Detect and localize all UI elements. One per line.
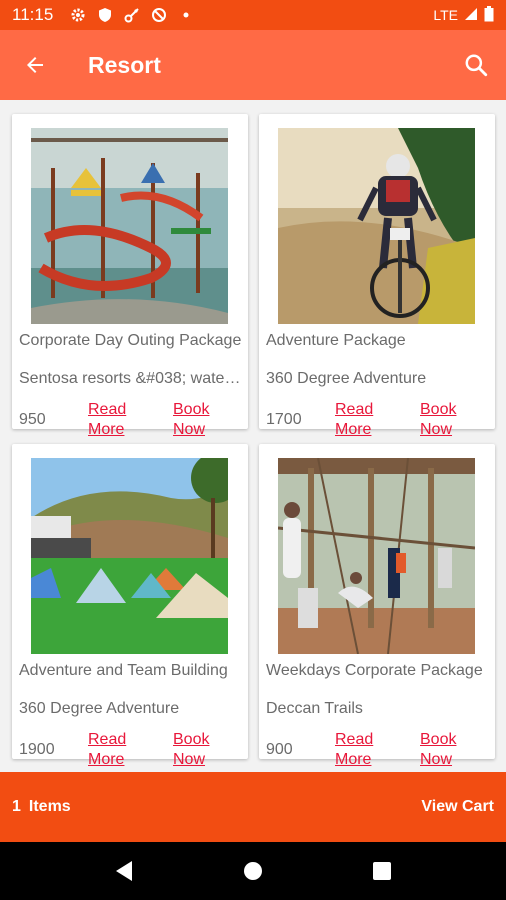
product-grid: Corporate Day Outing Package Sentosa res…: [0, 100, 506, 772]
product-name: Adventure Package: [266, 332, 406, 349]
product-price: 900: [266, 741, 293, 758]
product-price: 1700: [266, 411, 302, 428]
read-more-link[interactable]: Read More: [335, 400, 395, 440]
status-bar: 11:15 LTE: [0, 0, 506, 30]
product-vendor: 360 Degree Adventure: [266, 370, 427, 387]
no-sim-icon: [150, 6, 168, 24]
product-image[interactable]: [31, 128, 228, 324]
recents-square-icon: [372, 862, 391, 880]
product-card[interactable]: Adventure and Team Building 360 Degree A…: [12, 444, 248, 768]
gear-icon: [69, 6, 87, 24]
signal-icon: [464, 7, 478, 24]
product-name: Weekdays Corporate Package: [266, 662, 483, 679]
status-time: 11:15: [12, 5, 54, 24]
network-label: LTE: [433, 7, 458, 23]
search-icon: [465, 54, 488, 77]
product-card[interactable]: Corporate Day Outing Package Sentosa res…: [12, 114, 248, 438]
nav-home-button[interactable]: [233, 851, 273, 891]
home-circle-icon: [243, 862, 262, 880]
nav-recents-button[interactable]: [362, 851, 402, 891]
back-button[interactable]: [0, 30, 70, 100]
page-title: Resort: [88, 51, 161, 78]
cart-count: 1 Items: [12, 798, 71, 816]
product-price: 1900: [19, 741, 55, 758]
product-image[interactable]: [31, 458, 228, 654]
view-cart-button[interactable]: View Cart: [421, 798, 494, 816]
read-more-link[interactable]: Read More: [335, 730, 395, 770]
cart-count-number: 1: [12, 798, 21, 815]
product-price: 950: [19, 411, 46, 428]
battery-icon: [484, 5, 494, 25]
back-triangle-icon: [116, 861, 133, 881]
book-now-link[interactable]: Book Now: [420, 730, 480, 770]
search-button[interactable]: [446, 30, 506, 100]
product-card[interactable]: Weekdays Corporate Package Deccan Trails…: [259, 444, 495, 768]
system-nav-bar: [0, 842, 506, 900]
product-name: Adventure and Team Building: [19, 662, 228, 679]
nav-back-button[interactable]: [104, 851, 144, 891]
product-image[interactable]: [278, 458, 475, 654]
read-more-link[interactable]: Read More: [88, 400, 148, 440]
key-icon: [123, 6, 141, 24]
cart-bar: 1 Items View Cart: [0, 772, 506, 842]
cart-count-label: Items: [28, 798, 71, 815]
product-image[interactable]: [278, 128, 475, 324]
product-name: Corporate Day Outing Package: [19, 332, 242, 349]
book-now-link[interactable]: Book Now: [173, 400, 233, 440]
product-vendor: 360 Degree Adventure: [19, 700, 180, 717]
read-more-link[interactable]: Read More: [88, 730, 148, 770]
arrow-left-icon: [27, 57, 43, 73]
product-vendor: Deccan Trails: [266, 700, 363, 717]
product-card[interactable]: Adventure Package 360 Degree Adventure 1…: [259, 114, 495, 438]
book-now-link[interactable]: Book Now: [173, 730, 233, 770]
shield-icon: [96, 6, 114, 24]
dot-icon: [177, 6, 195, 24]
product-vendor: Sentosa resorts &#038; water park: [19, 370, 244, 387]
app-bar: Resort: [0, 30, 506, 100]
book-now-link[interactable]: Book Now: [420, 400, 480, 440]
